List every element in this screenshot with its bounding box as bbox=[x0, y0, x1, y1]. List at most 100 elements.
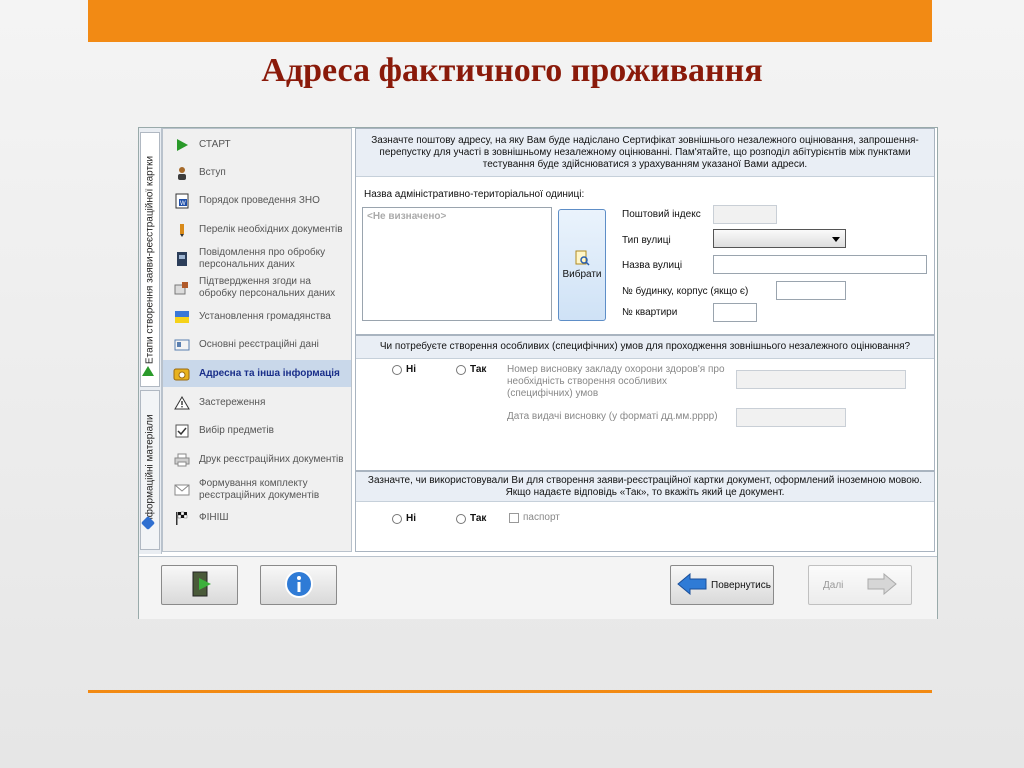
nav-item-warnings[interactable]: Застереження bbox=[163, 393, 351, 413]
nav-item-label: Перелік необхідних документів bbox=[199, 224, 343, 235]
nav-item-label: ФІНІШ bbox=[199, 512, 229, 523]
nav-item-label: Вступ bbox=[199, 167, 226, 178]
nav-item-data-processing-notice[interactable]: Повідомлення про обробку персональних да… bbox=[163, 246, 351, 272]
radio-label: Так bbox=[470, 513, 487, 524]
apartment-input[interactable] bbox=[713, 303, 757, 322]
radio-dot bbox=[392, 513, 402, 524]
nav-item-citizenship[interactable]: Установлення громадянства bbox=[163, 307, 351, 327]
radio-label: Ні bbox=[406, 364, 416, 375]
arrow-right-icon bbox=[867, 572, 898, 598]
arrow-left-icon bbox=[677, 572, 707, 598]
stamp-icon bbox=[173, 280, 191, 296]
document-question: Зазначте, чи використовували Ви для ство… bbox=[356, 472, 934, 502]
nav-item-intro[interactable]: Вступ bbox=[163, 163, 351, 183]
next-button-label: Далі bbox=[823, 579, 844, 591]
word-doc-icon: W bbox=[173, 193, 191, 209]
checkbox-label: паспорт bbox=[523, 512, 560, 523]
mail-icon bbox=[173, 482, 191, 498]
nav-item-label: Друк реєстраційних документів bbox=[199, 454, 344, 465]
stage-nav: СТАРТ Вступ W Порядок проведення ЗНО Пер… bbox=[162, 128, 352, 552]
book-icon bbox=[173, 251, 191, 267]
tab-stages[interactable]: Етапи створення заяви-реєстраційної карт… bbox=[140, 132, 160, 387]
house-input[interactable] bbox=[776, 281, 846, 300]
address-instructions: Зазначте поштову адресу, на яку Вам буде… bbox=[356, 129, 934, 177]
nav-item-label: Повідомлення про обробку персональних да… bbox=[199, 247, 326, 270]
postal-code-input[interactable] bbox=[713, 205, 777, 224]
nav-item-label: Порядок проведення ЗНО bbox=[199, 195, 320, 206]
bottom-accent-line bbox=[88, 690, 932, 693]
top-accent-bar bbox=[88, 0, 932, 42]
tab-stages-label: Етапи створення заяви-реєстраційної карт… bbox=[144, 155, 156, 364]
conclusion-date-label: Дата видачі висновку (у форматі дд.мм.рр… bbox=[507, 411, 718, 422]
passport-checkbox[interactable]: паспорт bbox=[509, 512, 560, 523]
app-window: Етапи створення заяви-реєстраційної карт… bbox=[138, 127, 938, 619]
info-button[interactable] bbox=[260, 565, 337, 605]
nav-item-label: СТАРТ bbox=[199, 139, 231, 150]
radio-dot bbox=[456, 364, 466, 375]
nav-item-label: Основні реєстраційні дані bbox=[199, 339, 319, 350]
nav-item-address-info[interactable]: Адресна та інша інформація bbox=[163, 360, 351, 387]
nav-item-label: Вибір предметів bbox=[199, 425, 274, 436]
postal-code-label: Поштовий індекс bbox=[622, 209, 701, 220]
document-yes-radio[interactable]: Так bbox=[456, 513, 486, 524]
nav-item-documents-list[interactable]: Перелік необхідних документів bbox=[163, 217, 351, 243]
street-type-label: Тип вулиці bbox=[622, 235, 671, 246]
special-no-radio[interactable]: Ні bbox=[392, 364, 416, 375]
nav-item-document-package[interactable]: Формування комплекту реєстраційних докум… bbox=[163, 477, 351, 503]
choose-button-label: Вибрати bbox=[562, 269, 602, 280]
play-icon bbox=[173, 137, 191, 153]
info-icon bbox=[284, 569, 314, 602]
nav-item-zno-order[interactable]: W Порядок проведення ЗНО bbox=[163, 191, 351, 211]
nav-item-consent-confirmation[interactable]: Підтвердження згоди на обробку персональ… bbox=[163, 275, 351, 301]
choose-button[interactable]: Вибрати bbox=[558, 209, 606, 321]
warning-icon bbox=[173, 395, 191, 411]
conclusion-number-input[interactable] bbox=[736, 370, 906, 389]
street-name-input[interactable] bbox=[713, 255, 927, 274]
back-button-label: Повернутись bbox=[711, 579, 771, 591]
nav-item-label: Установлення громадянства bbox=[199, 311, 331, 322]
radio-dot bbox=[392, 364, 402, 375]
nav-item-label: Підтвердження згоди на обробку персональ… bbox=[199, 276, 336, 299]
document-no-radio[interactable]: Ні bbox=[392, 513, 416, 524]
next-button[interactable]: Далі bbox=[808, 565, 912, 605]
nav-item-start[interactable]: СТАРТ bbox=[163, 135, 351, 155]
special-yes-radio[interactable]: Так bbox=[456, 364, 486, 375]
svg-text:W: W bbox=[180, 201, 186, 207]
street-name-label: Назва вулиці bbox=[622, 260, 683, 271]
special-question: Чи потребуєте створення особливих (специ… bbox=[356, 336, 934, 359]
triangle-up-icon bbox=[142, 366, 154, 376]
card-icon bbox=[173, 337, 191, 353]
admin-unit-listbox[interactable]: <Не визначено> bbox=[362, 207, 552, 321]
printer-icon bbox=[173, 452, 191, 468]
nav-item-basic-registration[interactable]: Основні реєстраційні дані bbox=[163, 335, 351, 355]
radio-label: Ні bbox=[406, 513, 416, 524]
house-label: № будинку, корпус (якщо є) bbox=[622, 286, 749, 297]
flag-icon bbox=[173, 309, 191, 325]
street-type-select[interactable] bbox=[713, 229, 846, 248]
nav-item-print-documents[interactable]: Друк реєстраційних документів bbox=[163, 447, 351, 473]
envelope-icon bbox=[173, 366, 191, 382]
apartment-label: № квартири bbox=[622, 307, 678, 318]
radio-label: Так bbox=[470, 364, 487, 375]
finish-flag-icon bbox=[173, 510, 191, 526]
nav-item-label: Адресна та інша інформація bbox=[199, 367, 340, 379]
back-button[interactable]: Повернутись bbox=[670, 565, 774, 605]
nav-item-label: Формування комплекту реєстраційних докум… bbox=[199, 478, 320, 501]
checkbox-box bbox=[509, 512, 519, 523]
exit-door-icon bbox=[187, 570, 213, 601]
foreign-document-panel: Зазначте, чи використовували Ви для ство… bbox=[355, 471, 935, 552]
exit-button[interactable] bbox=[161, 565, 238, 605]
vertical-tabs: Етапи створення заяви-реєстраційної карт… bbox=[139, 128, 162, 554]
conclusion-label: Номер висновку закладу охорони здоров'я … bbox=[507, 364, 725, 399]
special-conditions-panel: Чи потребуєте створення особливих (специ… bbox=[355, 335, 935, 471]
tab-info-label: Інформаційні матеріали bbox=[144, 414, 156, 526]
checklist-icon bbox=[173, 423, 191, 439]
nav-item-finish[interactable]: ФІНІШ bbox=[163, 508, 351, 528]
conclusion-date-input[interactable] bbox=[736, 408, 846, 427]
person-icon bbox=[173, 165, 191, 181]
slide-title: Адреса фактичного проживання bbox=[261, 52, 763, 89]
search-doc-icon bbox=[559, 250, 605, 269]
radio-dot bbox=[456, 513, 466, 524]
nav-item-subject-selection[interactable]: Вибір предметів bbox=[163, 421, 351, 441]
address-panel: Зазначте поштову адресу, на яку Вам буде… bbox=[355, 128, 935, 335]
